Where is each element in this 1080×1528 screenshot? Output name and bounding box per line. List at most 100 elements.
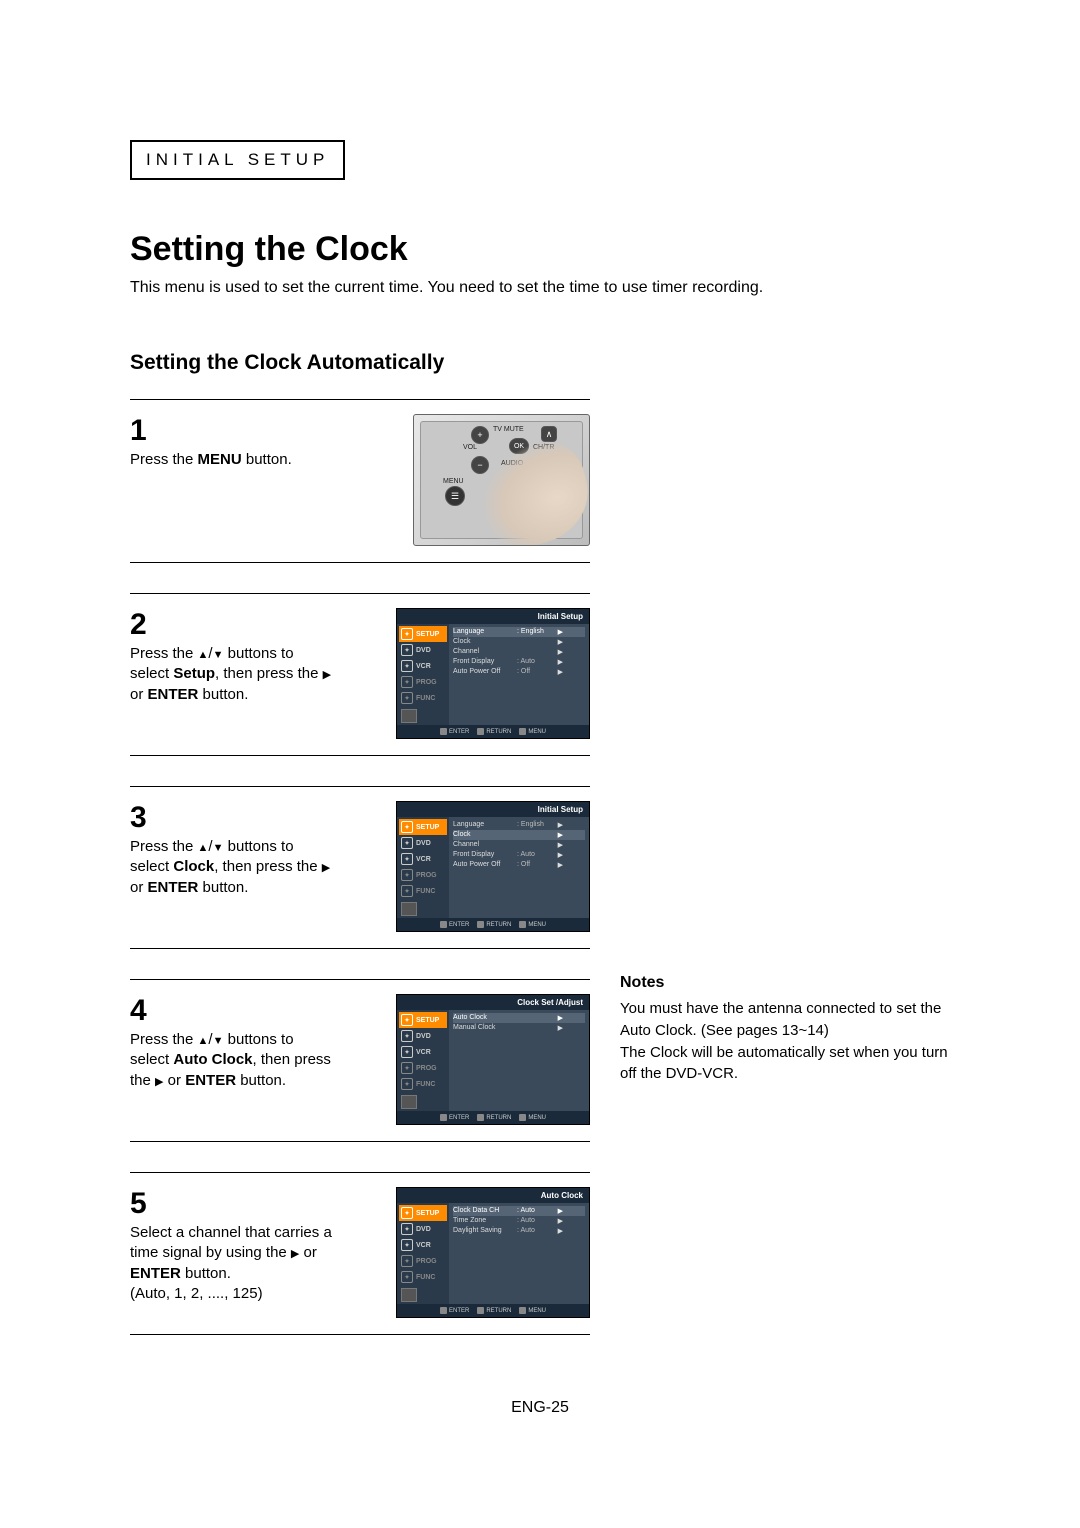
osd-side-item: ✦SETUP [399,819,447,835]
osd-main: Language: English▶Clock▶Channel▶Front Di… [449,624,589,725]
page-number: ENG-25 [130,1399,950,1417]
osd-row: Channel▶ [453,647,585,657]
osd-row: Clock▶ [453,830,585,840]
osd-footer: ENTERRETURNMENU [397,918,589,931]
step-2: 2 Press the / buttons to select Setup, t… [130,593,590,756]
remote-illustration: + − TV MUTE VOL OK CH/TR ∧ AUDIO MENU ☰ [413,414,590,546]
osd-row: Front Display: Auto▶ [453,850,585,860]
step-number: 4 [130,994,370,1028]
osd-side-item: ✦VCR [399,1044,447,1060]
osd-screenshot: Initial Setup✦SETUP✦DVD✦VCR✦PROG✦FUNCLan… [396,801,590,932]
osd-side-icon: ✦ [401,1207,413,1219]
osd-side-item: ✦FUNC [399,883,447,899]
osd-side-icon: ✦ [401,1062,413,1074]
vol-label: VOL [463,444,477,451]
osd-side-icon: ✦ [401,676,413,688]
right-icon [322,858,330,875]
osd-screenshot: Clock Set /Adjust✦SETUP✦DVD✦VCR✦PROG✦FUN… [396,994,590,1125]
up-icon [198,1031,209,1048]
osd-side-item: ✦DVD [399,1028,447,1044]
section-subtitle: Setting the Clock Automatically [130,351,950,375]
down-icon [213,645,224,662]
osd-side-icon: ✦ [401,1239,413,1251]
osd-title-icon [401,709,417,723]
osd-side-item: ✦FUNC [399,690,447,706]
hand-illustration [467,431,590,546]
osd-side-item: ✦SETUP [399,1205,447,1221]
step-text: Select a channel that carries a time sig… [130,1223,370,1304]
osd-row: Language: English▶ [453,627,585,637]
osd-side-item: ✦PROG [399,867,447,883]
return-icon [477,1307,484,1314]
osd-side-item: ✦SETUP [399,626,447,642]
menu-label: MENU [443,478,464,485]
osd-side-item: ✦FUNC [399,1269,447,1285]
osd-main: Clock Data CH: Auto▶Time Zone: Auto▶Dayl… [449,1203,589,1304]
down-icon [213,1031,224,1048]
osd-side-item: ✦PROG [399,1253,447,1269]
enter-icon [440,921,447,928]
osd-row: Front Display: Auto▶ [453,657,585,667]
osd-side-icon: ✦ [401,837,413,849]
step-text: Press the / buttons to select Setup, the… [130,644,370,705]
section-label: INITIAL SETUP [130,140,345,180]
osd-header: Initial Setup [397,609,589,624]
osd-row: Manual Clock▶ [453,1023,585,1033]
osd-side-icon: ✦ [401,885,413,897]
osd-row: Daylight Saving: Auto▶ [453,1226,585,1236]
osd-main: Auto Clock▶Manual Clock▶ [449,1010,589,1111]
enter-icon [440,1114,447,1121]
osd-footer: ENTERRETURNMENU [397,1304,589,1317]
step-text: Press the MENU button. [130,450,370,470]
step-text: Press the / buttons to select Auto Clock… [130,1030,370,1091]
osd-side-icon: ✦ [401,692,413,704]
osd-side-icon: ✦ [401,628,413,640]
osd-screenshot: Initial Setup✦SETUP✦DVD✦VCR✦PROG✦FUNCLan… [396,608,590,739]
osd-footer: ENTERRETURNMENU [397,725,589,738]
step-number: 3 [130,801,370,835]
osd-side-icon: ✦ [401,1271,413,1283]
osd-title-icon [401,902,417,916]
osd-side-item: ✦PROG [399,674,447,690]
return-icon [477,921,484,928]
page-title: Setting the Clock [130,230,950,269]
down-icon [213,838,224,855]
right-icon [155,1072,163,1089]
osd-title-icon [401,1288,417,1302]
osd-side-icon: ✦ [401,660,413,672]
osd-side-icon: ✦ [401,644,413,656]
osd-main: Language: English▶Clock▶Channel▶Front Di… [449,817,589,918]
right-icon [323,665,331,682]
return-icon [477,1114,484,1121]
osd-side-item: ✦DVD [399,835,447,851]
step-number: 1 [130,414,370,448]
osd-row: Channel▶ [453,840,585,850]
osd-row: Auto Power Off: Off▶ [453,667,585,677]
up-icon [198,645,209,662]
osd-header: Auto Clock [397,1188,589,1203]
step-1: 1 Press the MENU button. + − TV MUTE VOL… [130,399,590,563]
osd-row: Language: English▶ [453,820,585,830]
menu-button-icon: ☰ [445,486,465,506]
menu-icon [519,1307,526,1314]
up-icon [198,838,209,855]
notes-column: Notes You must have the antenna connecte… [620,399,950,1365]
osd-row: Clock▶ [453,637,585,647]
step-number: 2 [130,608,370,642]
osd-side-icon: ✦ [401,1223,413,1235]
osd-side-icon: ✦ [401,1030,413,1042]
osd-sidebar: ✦SETUP✦DVD✦VCR✦PROG✦FUNC [397,1203,449,1304]
return-icon [477,728,484,735]
osd-side-icon: ✦ [401,821,413,833]
osd-header: Clock Set /Adjust [397,995,589,1010]
osd-side-icon: ✦ [401,1014,413,1026]
enter-icon [440,728,447,735]
osd-sidebar: ✦SETUP✦DVD✦VCR✦PROG✦FUNC [397,624,449,725]
osd-side-item: ✦VCR [399,1237,447,1253]
osd-side-item: ✦DVD [399,642,447,658]
osd-header: Initial Setup [397,802,589,817]
steps-column: 1 Press the MENU button. + − TV MUTE VOL… [130,399,590,1365]
tv-mute-label: TV MUTE [493,426,524,433]
osd-side-item: ✦DVD [399,1221,447,1237]
osd-row: Auto Power Off: Off▶ [453,860,585,870]
